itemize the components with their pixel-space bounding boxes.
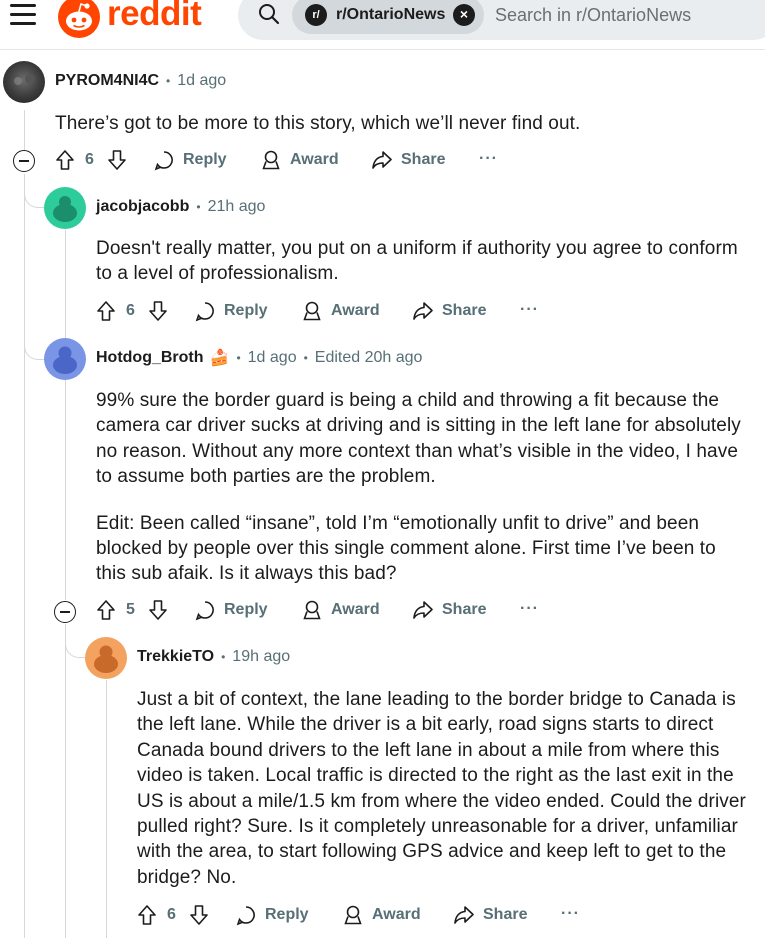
downvote-icon[interactable] [147,300,169,322]
user-flair-icon: 🍰 [209,350,230,367]
comment-author[interactable]: Hotdog_Broth [96,349,204,367]
avatar[interactable] [44,187,86,229]
award-button[interactable]: Award [260,149,339,171]
upvote-icon[interactable] [136,904,158,926]
award-button[interactable]: Award [301,300,380,322]
search-icon[interactable] [258,3,280,25]
avatar[interactable] [85,637,127,679]
reply-button[interactable]: Reply [235,904,309,926]
thread-line[interactable] [65,230,66,600]
comment-body: Just a bit of context, the lane leading … [137,687,749,890]
separator-dot: • [303,351,308,365]
comment-author[interactable]: PYROM4NI4C [55,72,159,90]
share-button[interactable]: Share [412,300,486,322]
vote-count: 6 [85,151,94,168]
avatar[interactable] [3,61,45,103]
comment-meta: jacobjacobb • 21h ago [96,198,265,216]
comment-author[interactable]: TrekkieTO [137,648,214,666]
more-options-button[interactable]: ··· [520,600,539,618]
thread-line[interactable] [24,110,25,150]
award-icon [303,301,321,321]
reddit-logo-icon[interactable] [58,0,100,38]
separator-dot: • [166,74,171,88]
thread-connector [24,180,44,208]
share-icon [372,151,392,169]
thread-line[interactable] [106,680,107,938]
share-button[interactable]: Share [371,149,445,171]
share-icon [413,601,433,619]
clear-filter-icon[interactable]: × [453,4,475,26]
comment-paragraph: There’s got to be more to this story, wh… [55,113,581,134]
award-icon [344,905,362,925]
share-button[interactable]: Share [412,599,486,621]
comment-body: 99% sure the border guard is being a chi… [96,388,751,587]
comment-timestamp[interactable]: 21h ago [208,198,266,216]
comment-paragraph: Just a bit of context, the lane leading … [137,689,746,888]
reply-icon [236,906,255,926]
upvote-icon[interactable] [54,149,76,171]
separator-dot: • [221,650,226,664]
comment-author[interactable]: jacobjacobb [96,198,189,216]
comment-meta: TrekkieTO • 19h ago [137,648,290,666]
avatar[interactable] [44,338,86,380]
downvote-icon[interactable] [188,904,210,926]
thread-connector [65,630,85,658]
reply-button[interactable]: Reply [194,300,268,322]
reply-button[interactable]: Reply [153,149,227,171]
comment-body: There’s got to be more to this story, wh… [55,111,755,136]
reddit-wordmark[interactable]: reddit [107,0,202,34]
separator-dot: • [236,351,241,365]
more-options-button[interactable]: ··· [479,150,498,168]
comment-timestamp[interactable]: 19h ago [232,648,290,666]
menu-icon[interactable] [10,4,36,26]
vote-count: 6 [167,906,176,923]
vote-count: 5 [126,601,135,618]
more-options-button[interactable]: ··· [520,301,539,319]
upvote-icon[interactable] [95,300,117,322]
comment-paragraph: 99% sure the border guard is being a chi… [96,390,741,488]
subreddit-name: r/OntarioNews [336,6,446,23]
comment-timestamp[interactable]: 1d ago [177,72,226,90]
award-icon [262,150,280,170]
comment-meta: Hotdog_Broth 🍰 • 1d ago • Edited 20h ago [96,348,422,368]
subreddit-icon: r/ [305,4,327,26]
reply-icon [154,151,173,171]
comment-timestamp[interactable]: 1d ago [248,349,297,367]
award-icon [303,600,321,620]
comment-body: Doesn't really matter, you put on a unif… [96,236,756,287]
share-icon [454,906,474,924]
edited-label: Edited 20h ago [314,349,423,366]
top-bar: reddit r/ r/OntarioNews × Search in r/On… [0,0,765,50]
reply-icon [195,302,214,322]
upvote-icon[interactable] [95,599,117,621]
comment-actions: 6 Reply Award Share ··· [0,297,765,327]
search-input[interactable]: Search in r/OntarioNews [495,5,691,26]
separator-dot: • [196,200,201,214]
thread-line[interactable] [24,174,25,938]
more-options-button[interactable]: ··· [561,905,580,923]
vote-count: 6 [126,302,135,319]
subreddit-filter-chip[interactable]: r/ r/OntarioNews × [292,0,484,34]
comment-actions: 6 Reply Award Share ··· [0,901,765,931]
reply-icon [195,601,214,621]
award-button[interactable]: Award [342,904,421,926]
comment-paragraph: Doesn't really matter, you put on a unif… [96,238,738,285]
comment-paragraph: Edit: Been called “insane”, told I’m “em… [96,512,716,585]
share-button[interactable]: Share [453,904,527,926]
comment-actions: 6 Reply Award Share ··· [0,146,765,176]
downvote-icon[interactable] [106,149,128,171]
award-button[interactable]: Award [301,599,380,621]
comment-meta: PYROM4NI4C • 1d ago [55,72,226,90]
reply-button[interactable]: Reply [194,599,268,621]
share-icon [413,302,433,320]
downvote-icon[interactable] [147,599,169,621]
comment-actions: 5 Reply Award Share ··· [0,596,765,626]
thread-line[interactable] [65,624,66,938]
